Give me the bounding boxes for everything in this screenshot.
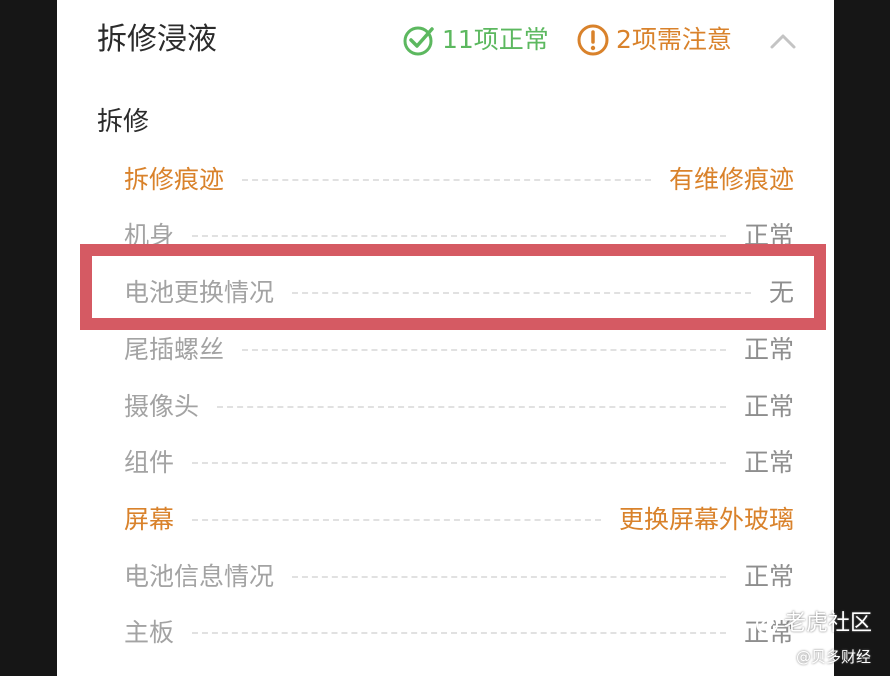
row-value: 正常	[743, 448, 794, 477]
watermark-primary: 老虎社区	[754, 610, 872, 638]
right-dark-edge	[834, 0, 890, 676]
chevron-up-icon[interactable]	[768, 30, 798, 52]
row-label: 拆修痕迹	[124, 165, 225, 194]
left-dark-edge	[0, 0, 57, 676]
check-circle-icon	[403, 26, 434, 56]
dotted-leader	[292, 576, 726, 578]
ok-summary-text: 11项正常	[442, 25, 549, 54]
row-components: 组件 正常	[124, 443, 794, 483]
dotted-leader	[192, 519, 601, 521]
row-label: 组件	[124, 448, 175, 477]
exclamation-circle-icon	[577, 24, 609, 56]
row-tail-plug-screws: 尾插螺丝 正常	[124, 330, 794, 370]
row-value: 正常	[743, 562, 794, 591]
dotted-leader	[242, 349, 726, 351]
row-value: 有维修痕迹	[668, 165, 794, 194]
row-label: 电池信息情况	[124, 562, 275, 591]
group-title: 拆修	[97, 107, 150, 137]
section-header-title: 拆修浸液	[97, 22, 217, 57]
row-value: 正常	[743, 335, 794, 364]
row-screen: 屏幕 更换屏幕外玻璃	[124, 500, 794, 540]
row-label: 主板	[124, 618, 175, 647]
highlight-box	[80, 244, 826, 330]
row-value: 更换屏幕外玻璃	[618, 505, 794, 534]
watermark-secondary: @贝多财经	[796, 648, 872, 666]
row-value: 正常	[743, 392, 794, 421]
dotted-leader	[192, 462, 726, 464]
row-disassembly-traces: 拆修痕迹 有维修痕迹	[124, 160, 794, 200]
row-battery-info: 电池信息情况 正常	[124, 557, 794, 597]
row-label: 尾插螺丝	[124, 335, 225, 364]
tiger-logo-icon	[756, 613, 778, 635]
row-label: 摄像头	[124, 392, 200, 421]
dotted-leader	[192, 632, 726, 634]
warn-summary-text: 2项需注意	[616, 25, 732, 54]
dotted-leader	[192, 235, 726, 237]
watermark-primary-text: 老虎社区	[784, 611, 873, 636]
row-mainboard: 主板 正常	[124, 613, 794, 653]
row-camera: 摄像头 正常	[124, 387, 794, 427]
dotted-leader	[217, 406, 726, 408]
dotted-leader	[242, 179, 651, 181]
row-label: 屏幕	[124, 505, 175, 534]
warn-summary: 2项需注意	[576, 22, 732, 58]
ok-summary: 11项正常	[402, 22, 549, 58]
